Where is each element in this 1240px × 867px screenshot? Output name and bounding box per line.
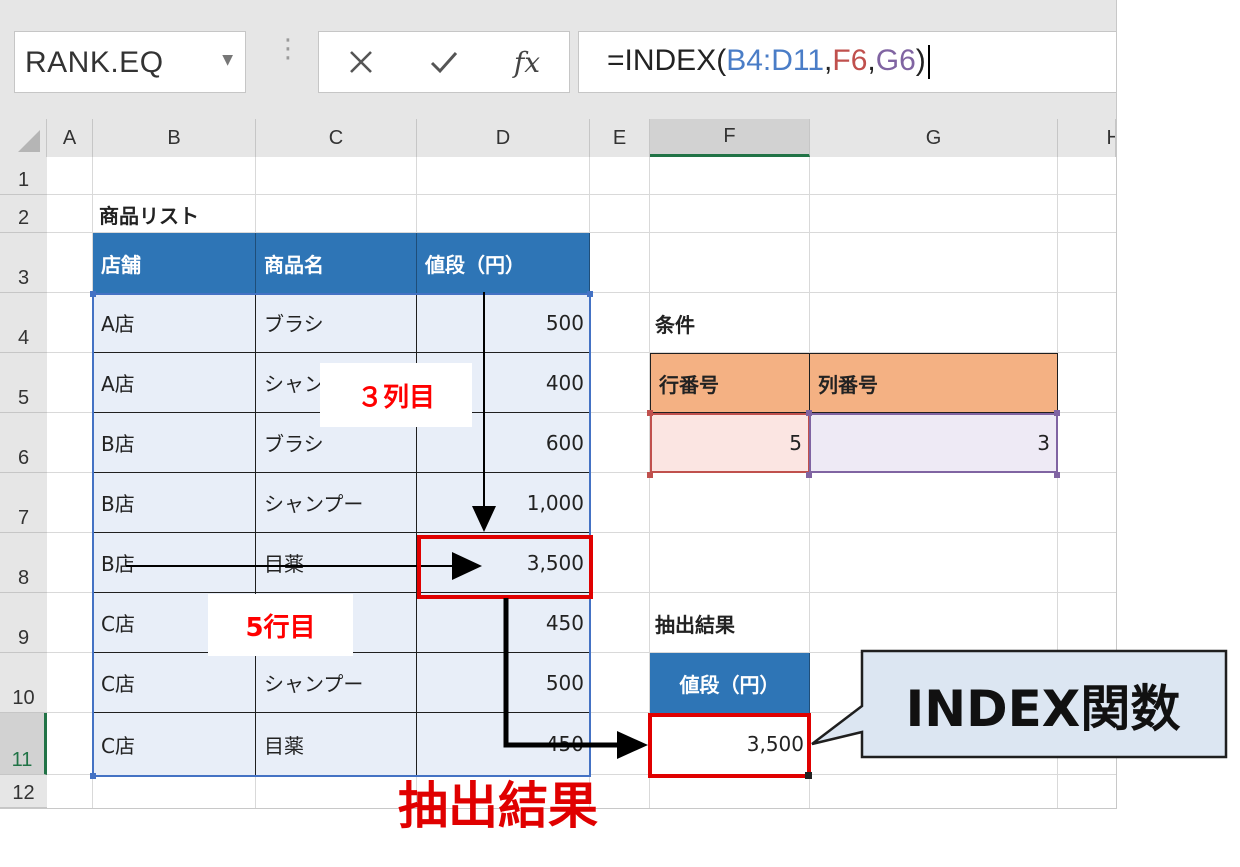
row-ref-handle [647, 410, 653, 416]
result-arrow-icon [617, 731, 648, 759]
column-number-label: ３列目 [320, 363, 472, 427]
row-number-label: 5行目 [208, 594, 353, 656]
row-ref-handle [647, 472, 653, 478]
range-handle [90, 291, 96, 297]
result-cell-highlight [648, 713, 811, 778]
right-arrow-icon [452, 552, 482, 580]
col-ref-handle [1054, 410, 1060, 416]
down-arrow-icon [472, 506, 496, 532]
index-function-callout: INDEX関数 [905, 680, 1181, 738]
spreadsheet-screenshot: RANK.EQ ▼ ⋮ fx =INDEX(B4:D11,F6,G6) A B … [0, 0, 1240, 867]
col-ref-handle [806, 410, 812, 416]
col-ref-handle [806, 472, 812, 478]
col-ref-handle [1054, 472, 1060, 478]
result-pointer-line [503, 598, 620, 748]
range-handle [587, 291, 593, 297]
result-label: 抽出結果 [398, 777, 598, 835]
range-handle [90, 773, 96, 779]
fill-handle [805, 772, 812, 779]
